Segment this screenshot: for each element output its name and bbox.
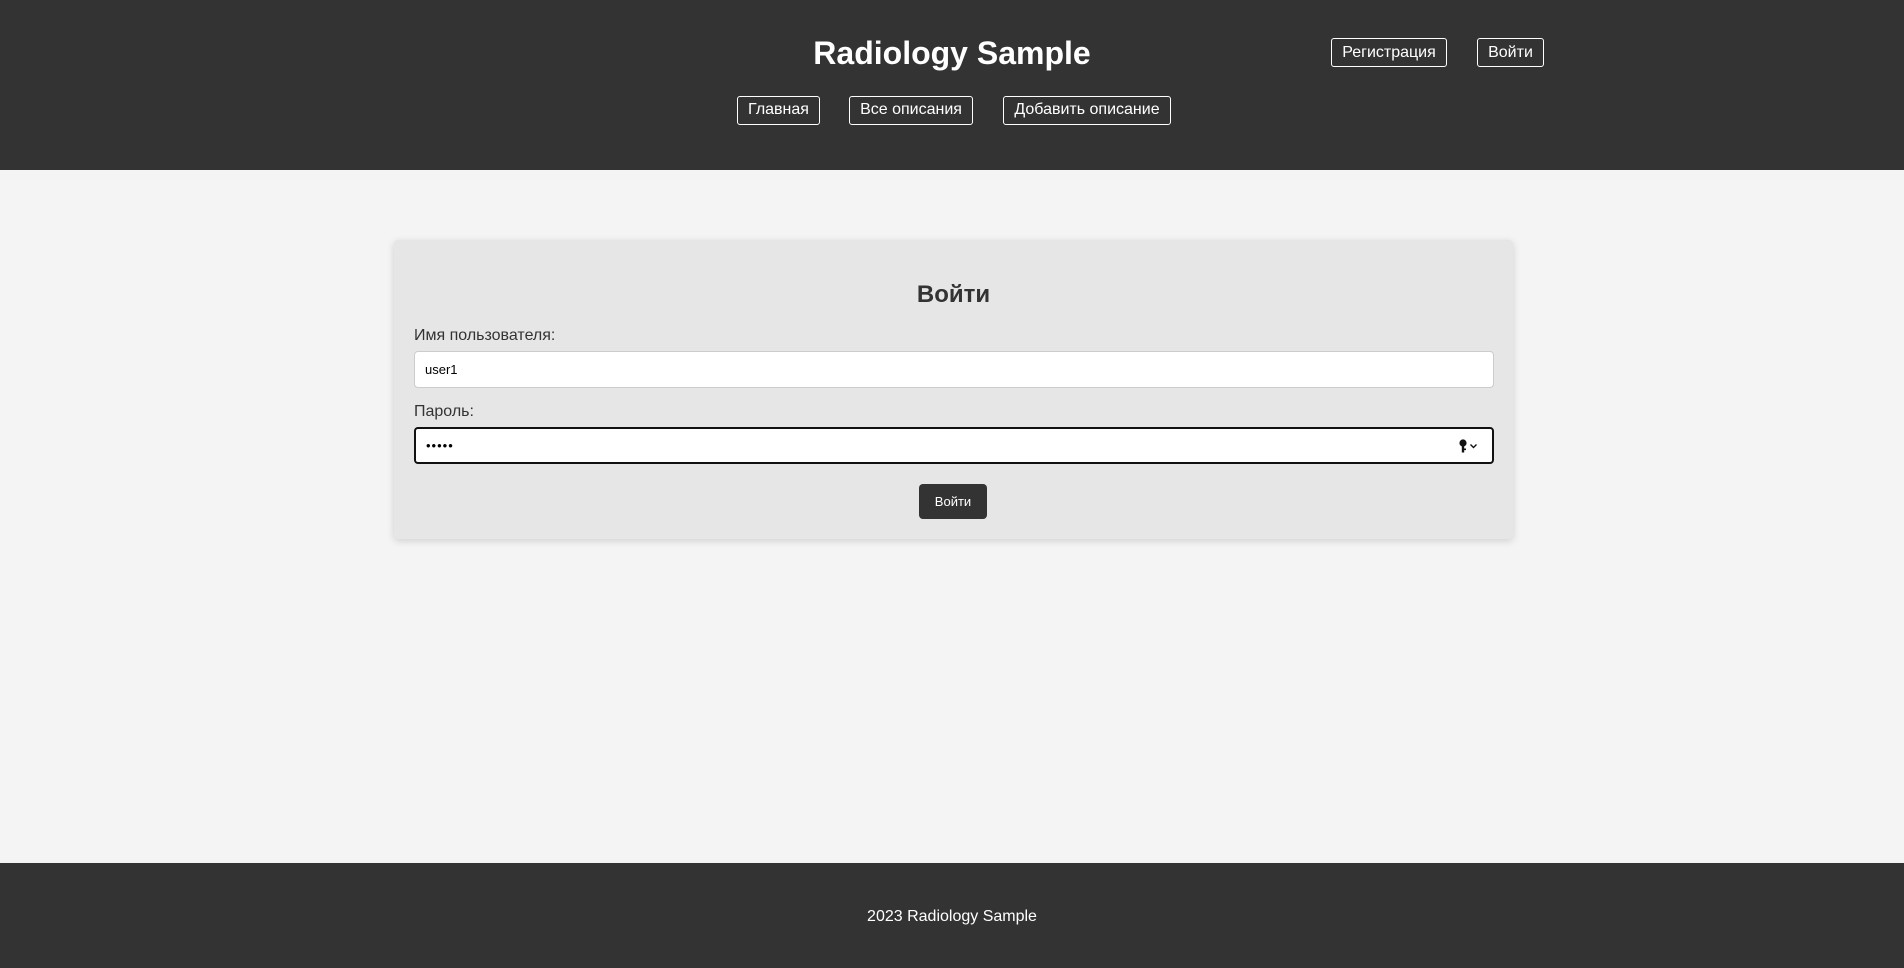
footer-copyright: 2023 Radiology Sample xyxy=(867,908,1037,925)
nav-home-link[interactable]: Главная xyxy=(737,96,820,125)
username-input[interactable] xyxy=(414,351,1494,388)
nav-all-descriptions-link[interactable]: Все описания xyxy=(849,96,973,125)
site-footer: 2023 Radiology Sample xyxy=(0,863,1904,968)
key-glyph-icon xyxy=(1459,439,1467,453)
header-login-button[interactable]: Войти xyxy=(1477,38,1544,67)
chevron-down-icon xyxy=(1470,444,1477,449)
site-header: Radiology Sample Регистрация Войти Главн… xyxy=(0,0,1904,170)
register-button[interactable]: Регистрация xyxy=(1331,38,1447,67)
password-label: Пароль: xyxy=(414,403,474,420)
main-content: Войти Имя пользователя: Пароль: Войти xyxy=(0,170,1904,863)
username-label: Имя пользователя: xyxy=(414,327,556,344)
login-submit-button[interactable]: Войти xyxy=(919,484,987,519)
site-title: Radiology Sample xyxy=(813,35,1091,71)
nav-add-description-link[interactable]: Добавить описание xyxy=(1003,96,1171,125)
key-icon[interactable] xyxy=(1458,438,1480,454)
login-form-title: Войти xyxy=(916,281,991,308)
password-input[interactable] xyxy=(414,427,1494,464)
login-form: Войти Имя пользователя: Пароль: Войти xyxy=(394,240,1513,539)
